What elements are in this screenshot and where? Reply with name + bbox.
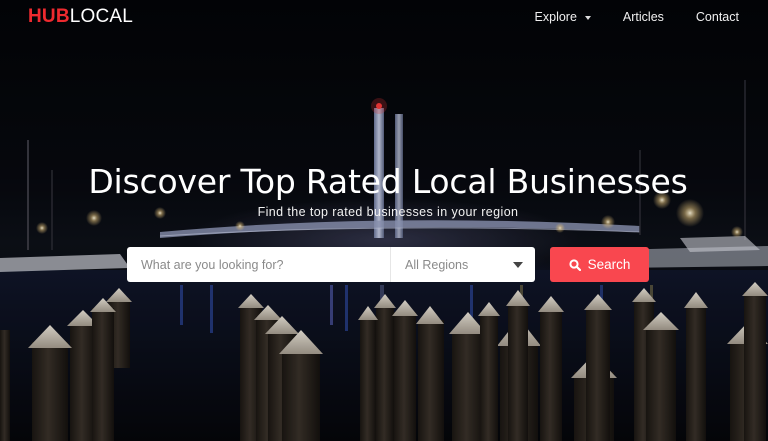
nav-item-contact-label: Contact bbox=[695, 10, 739, 24]
search-icon bbox=[569, 258, 581, 271]
hero-background bbox=[0, 0, 768, 441]
hero-headline: Discover Top Rated Local Businesses bbox=[88, 162, 688, 201]
top-navbar: HUBLOCAL Explore Articles Contact bbox=[0, 0, 768, 34]
chevron-down-icon bbox=[513, 261, 523, 268]
region-select[interactable]: All Regions bbox=[391, 247, 535, 282]
nav-item-contact[interactable]: Contact bbox=[696, 9, 739, 25]
hero-subheadline: Find the top rated businesses in your re… bbox=[257, 205, 519, 219]
search-button-label: Search bbox=[587, 257, 631, 272]
logo-part-local: LOCAL bbox=[69, 6, 134, 27]
logo-part-hub: HUB bbox=[28, 6, 70, 27]
search-button[interactable]: Search bbox=[550, 247, 649, 282]
region-select-value: All Regions bbox=[405, 257, 469, 272]
nav-item-explore[interactable]: Explore bbox=[535, 9, 591, 25]
nav-item-articles-label: Articles bbox=[622, 10, 664, 24]
nav-menu: Explore Articles Contact bbox=[535, 9, 739, 25]
brand-logo[interactable]: HUBLOCAL bbox=[28, 6, 133, 28]
search-form: All Regions bbox=[127, 247, 535, 282]
search-input[interactable] bbox=[127, 247, 391, 282]
nav-item-articles[interactable]: Articles bbox=[623, 9, 664, 25]
night-harbor-image bbox=[0, 0, 768, 441]
nav-item-explore-label: Explore bbox=[534, 10, 577, 24]
chevron-down-icon bbox=[584, 15, 591, 20]
